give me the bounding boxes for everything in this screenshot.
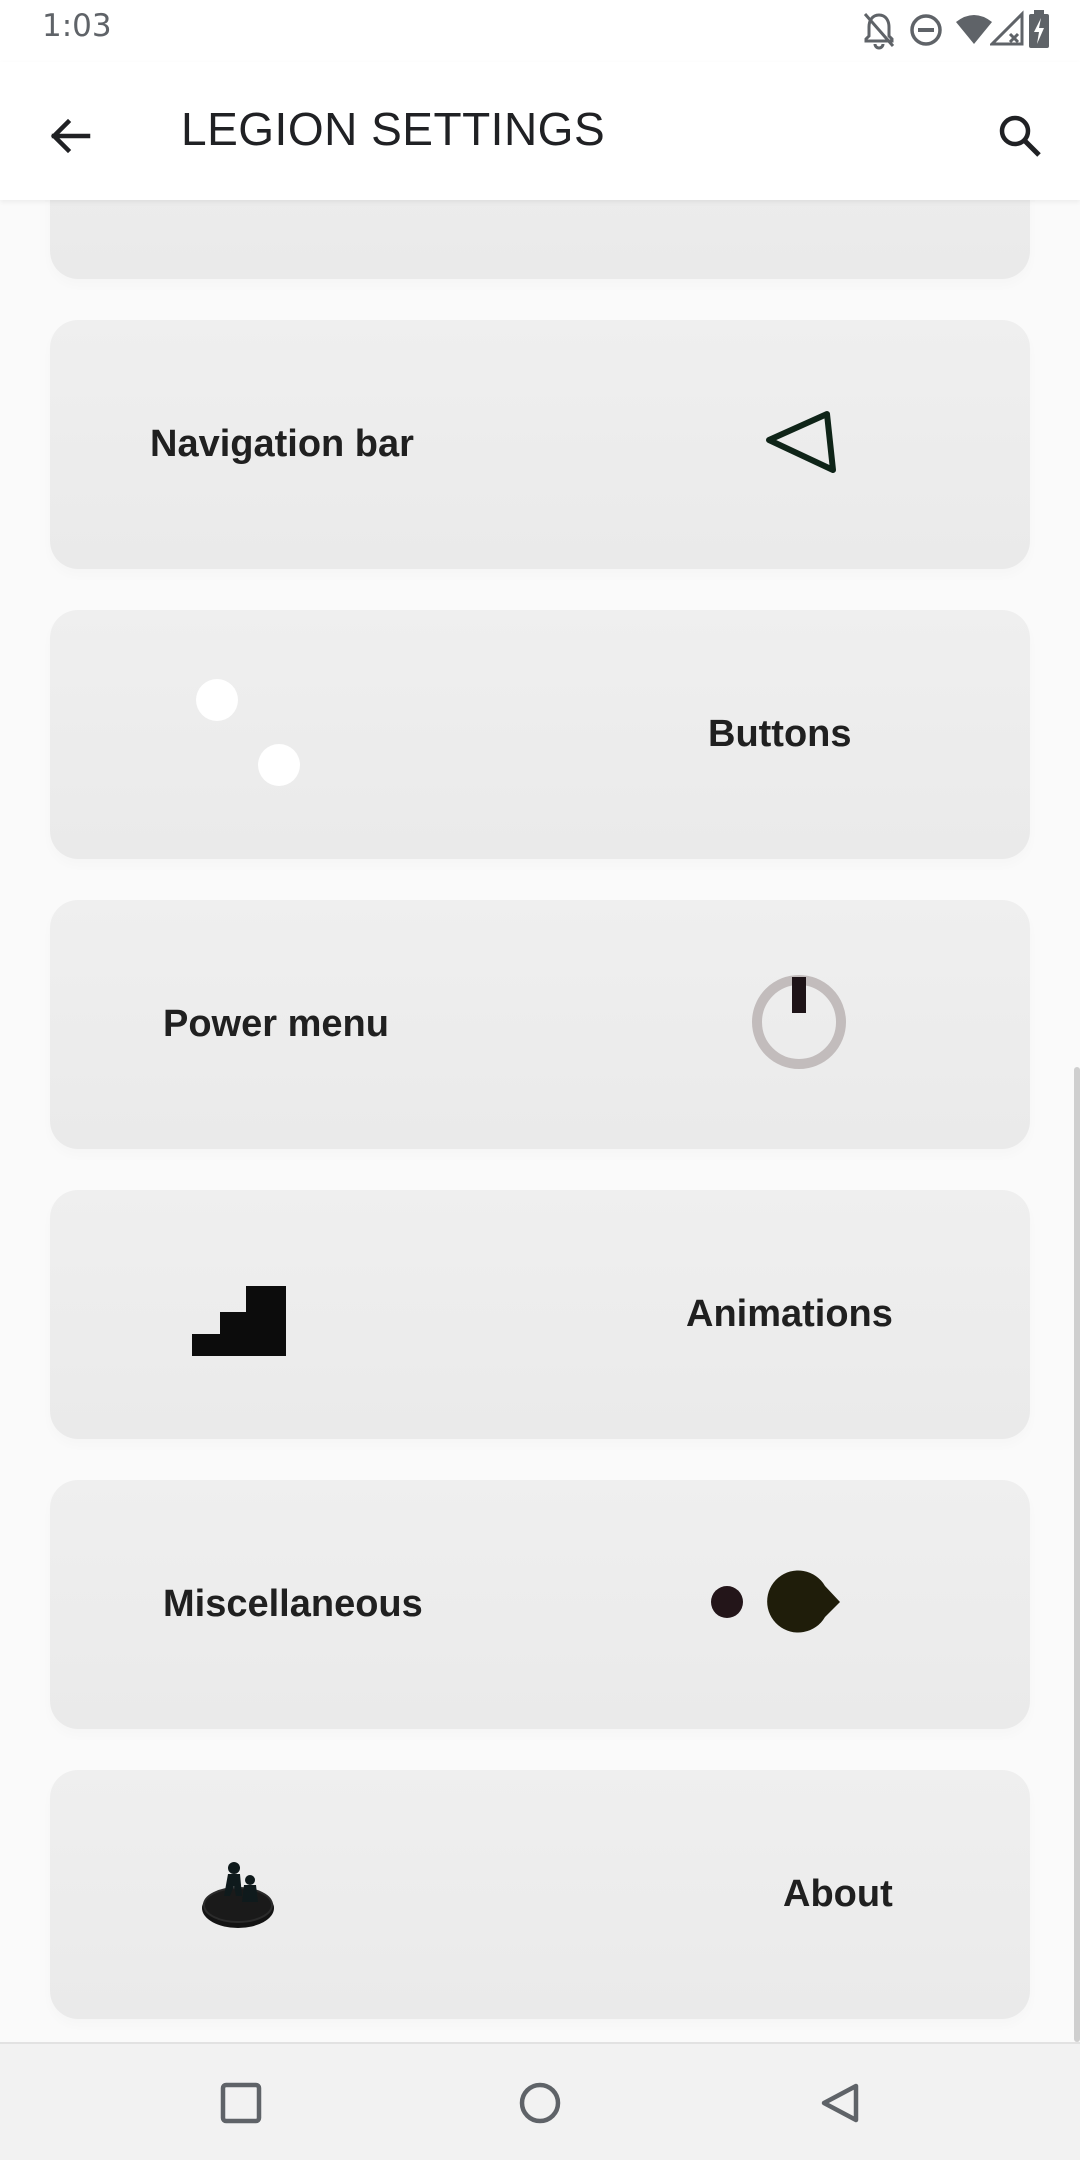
stairs-icon [192,1286,286,1356]
search-button[interactable] [980,96,1060,176]
card-label-power-menu: Power menu [163,1003,389,1045]
page-title: LEGION SETTINGS [181,103,606,155]
wifi-icon [956,15,992,44]
status-bar: 1:03 [0,0,1080,62]
card-label-buttons: Buttons [708,713,852,755]
settings-card-partial[interactable] [50,200,1030,279]
do-not-disturb-icon [910,14,942,46]
back-nav-button[interactable] [796,2058,886,2148]
two-dots-icon [196,679,300,786]
power-icon [752,975,846,1069]
home-button[interactable] [495,2058,585,2148]
card-label-miscellaneous: Miscellaneous [163,1583,423,1625]
settings-card-buttons[interactable]: Buttons [50,610,1030,859]
card-label-animations: Animations [686,1293,893,1335]
scrollbar[interactable] [1074,1067,1080,2042]
settings-list[interactable]: Navigation bar Buttons Power menu Animat… [0,200,1080,2042]
notifications-off-icon [863,13,895,50]
figures-on-disc-icon [202,1862,274,1928]
app-bar: LEGION SETTINGS [0,62,1080,200]
recents-button[interactable] [196,2058,286,2148]
settings-card-miscellaneous[interactable]: Miscellaneous [50,1480,1030,1729]
arrow-left-icon [50,118,91,154]
square-icon [220,2082,262,2124]
card-label-about: About [783,1873,893,1915]
pacman-icon [711,1570,840,1633]
settings-card-power-menu[interactable]: Power menu [50,900,1030,1149]
settings-card-navigation-bar[interactable]: Navigation bar [50,320,1030,569]
search-icon [999,115,1041,157]
settings-card-about[interactable]: About [50,1770,1030,2019]
card-label-navigation-bar: Navigation bar [150,423,414,465]
back-button[interactable] [30,96,110,176]
system-nav-bar [0,2042,1080,2160]
status-time: 1:03 [42,8,112,44]
triangle-back-icon [766,411,836,473]
settings-card-animations[interactable]: Animations [50,1190,1030,1439]
battery-charging-icon [1029,10,1049,48]
circle-icon [519,2082,561,2124]
triangle-icon [821,2083,859,2123]
cell-signal-icon [990,10,1024,46]
